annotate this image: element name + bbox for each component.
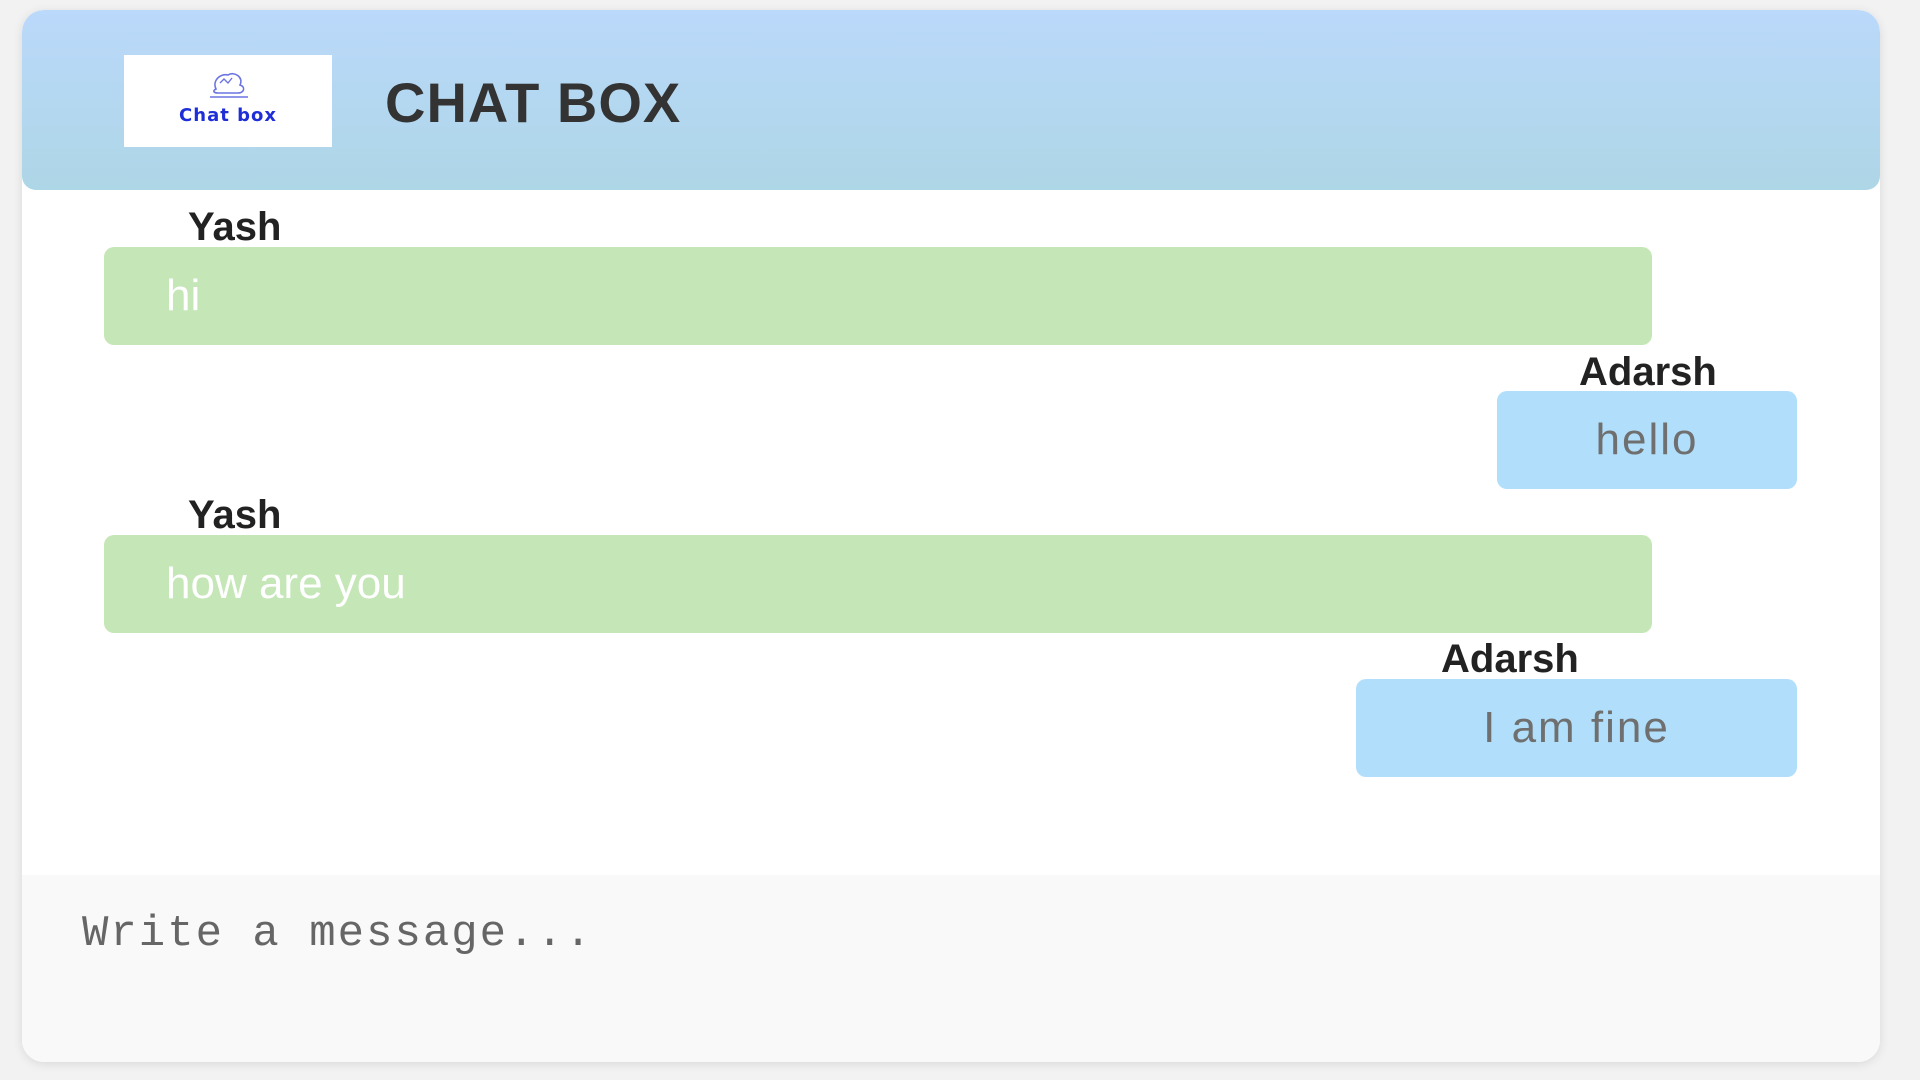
chat-header: Chat box CHAT BOX [22, 10, 1880, 190]
message-sender: Yash [188, 493, 282, 537]
message-bubble: hi [104, 247, 1652, 345]
message-bubble: hello [1497, 391, 1797, 489]
page-title: CHAT BOX [385, 71, 682, 134]
message-list: Yash hi Adarsh hello Yash how are you Ad… [22, 190, 1880, 880]
message-composer [22, 875, 1880, 1062]
message-sender: Yash [188, 205, 282, 249]
message-input[interactable] [22, 875, 1880, 1062]
chat-box: Chat box CHAT BOX Yash hi Adarsh hello Y… [22, 10, 1880, 1062]
logo-text: Chat box [179, 105, 277, 126]
message-bubble: I am fine [1356, 679, 1797, 777]
message-sender: Adarsh [1441, 637, 1579, 681]
chat-logo: Chat box [124, 55, 332, 147]
message-bubble: how are you [104, 535, 1652, 633]
message-sender: Adarsh [1579, 350, 1717, 394]
chat-bubble-icon [210, 72, 248, 98]
